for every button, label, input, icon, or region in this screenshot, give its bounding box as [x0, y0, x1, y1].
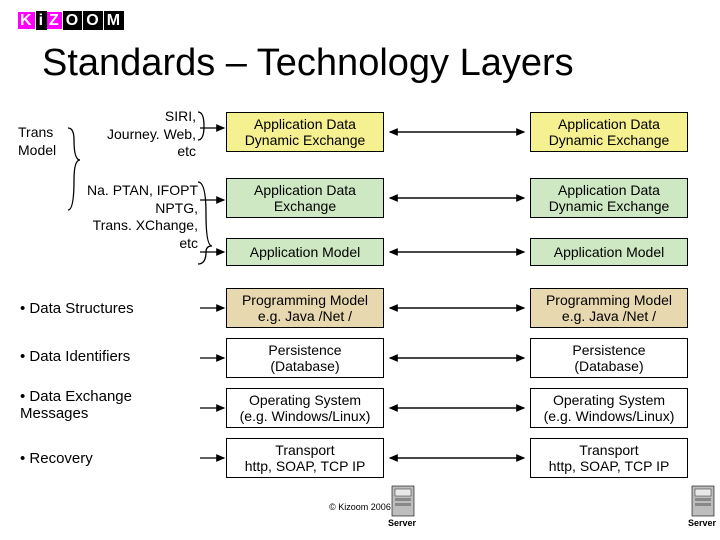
bullet-data-identifiers: • Data Identifiers: [20, 348, 130, 365]
boxA-transport: Transport http, SOAP, TCP IP: [226, 438, 384, 478]
label-trans-model: Trans Model: [18, 124, 66, 159]
boxA-app-data-exch: Application Data Exchange: [226, 178, 384, 218]
boxB-transport: Transport http, SOAP, TCP IP: [530, 438, 688, 478]
label-siri: SIRI, Journey. Web, etc: [90, 108, 196, 161]
boxA-app-model: Application Model: [226, 238, 384, 266]
bullet-data-structures: • Data Structures: [20, 300, 134, 317]
boxA-app-data-dyn: Application Data Dynamic Exchange: [226, 112, 384, 152]
server-label-a: Server: [388, 518, 416, 528]
bullet-data-exchange: • Data Exchange Messages: [20, 388, 132, 422]
boxA-prog-model: Programming Model e.g. Java /Net /: [226, 288, 384, 328]
footer-copyright: © Kizoom 2006: [0, 502, 720, 512]
label-naptan: Na. PTAN, IFOPT NPTG, Trans. XChange, et…: [72, 182, 198, 252]
boxB-app-data-dyn: Application Data Dynamic Exchange: [530, 112, 688, 152]
boxB-persistence: Persistence (Database): [530, 338, 688, 378]
boxB-app-data-dyn2: Application Data Dynamic Exchange: [530, 178, 688, 218]
boxB-app-model: Application Model: [530, 238, 688, 266]
page-title: Standards – Technology Layers: [42, 42, 574, 85]
server-label-b: Server: [688, 518, 716, 528]
brand-logo: KiZOOM: [18, 12, 124, 30]
bullet-recovery: • Recovery: [20, 450, 93, 467]
boxB-os: Operating System (e.g. Windows/Linux): [530, 388, 688, 428]
boxB-prog-model: Programming Model e.g. Java /Net /: [530, 288, 688, 328]
boxA-os: Operating System (e.g. Windows/Linux): [226, 388, 384, 428]
boxA-persistence: Persistence (Database): [226, 338, 384, 378]
